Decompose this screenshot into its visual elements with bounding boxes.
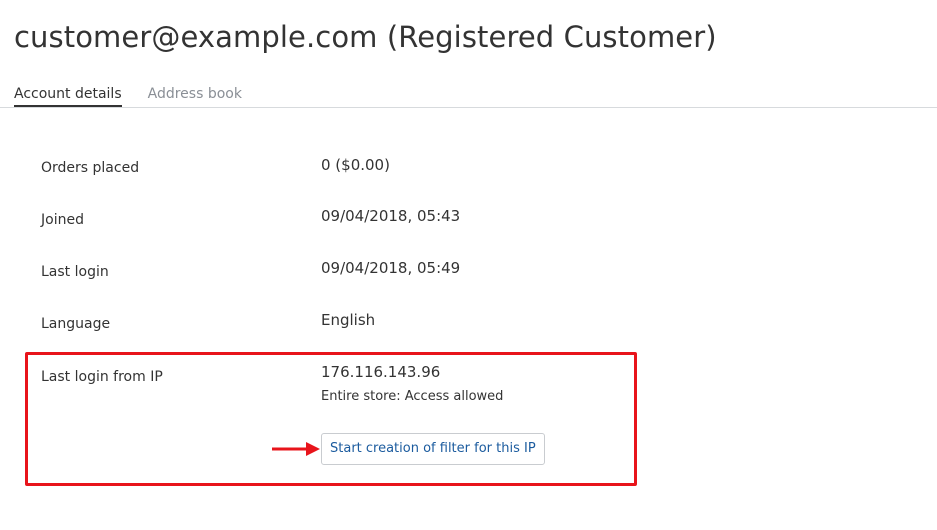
tabs-divider — [0, 107, 937, 108]
access-status-text: Entire store: Access allowed — [321, 389, 504, 404]
page-title: customer@example.com (Registered Custome… — [14, 20, 717, 54]
joined-label: Joined — [41, 212, 84, 228]
language-label: Language — [41, 316, 111, 332]
joined-value: 09/04/2018, 05:43 — [321, 207, 461, 225]
tabs: Account details Address book — [14, 86, 268, 108]
create-ip-filter-button[interactable]: Start creation of filter for this IP — [321, 433, 545, 465]
arrow-right-icon — [272, 442, 320, 456]
customer-details-page: customer@example.com (Registered Custome… — [0, 0, 937, 530]
tab-address-book[interactable]: Address book — [148, 86, 242, 108]
language-value: English — [321, 311, 376, 329]
last-login-ip-value: 176.116.143.96 — [321, 363, 441, 381]
orders-placed-label: Orders placed — [41, 160, 140, 176]
last-login-ip-label: Last login from IP — [41, 369, 163, 385]
last-login-value: 09/04/2018, 05:49 — [321, 259, 461, 277]
orders-placed-value: 0 ($0.00) — [321, 156, 390, 174]
last-login-label: Last login — [41, 264, 109, 280]
tab-account-details[interactable]: Account details — [14, 86, 122, 108]
